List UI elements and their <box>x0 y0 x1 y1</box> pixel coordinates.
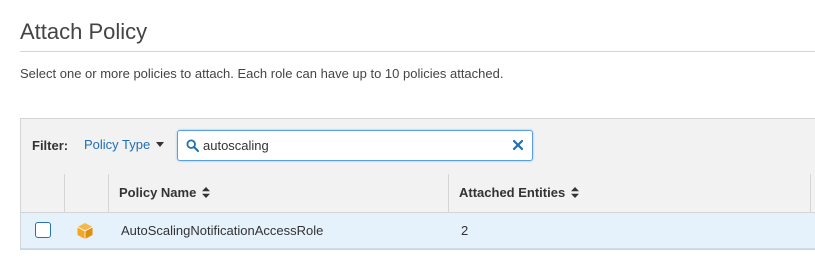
column-divider <box>448 174 449 212</box>
column-divider <box>108 174 109 212</box>
policy-type-dropdown-label: Policy Type <box>84 137 151 152</box>
caret-down-icon <box>156 142 165 147</box>
cube-icon <box>77 223 93 239</box>
search-box[interactable] <box>177 130 533 161</box>
column-header-label: Attached Entities <box>459 185 566 200</box>
close-icon[interactable] <box>512 139 524 151</box>
page-title: Attach Policy <box>20 19 148 44</box>
policy-table-panel: Filter: Policy Type Policy Name <box>20 118 815 250</box>
page-description: Select one or more policies to attach. E… <box>20 66 504 81</box>
search-icon <box>186 139 199 152</box>
table-header: Policy Name Attached Entities <box>21 174 815 213</box>
filter-label: Filter: <box>32 138 69 153</box>
column-header-label: Policy Name <box>119 185 197 200</box>
sort-icon <box>202 187 211 198</box>
sort-icon <box>571 187 580 198</box>
column-divider <box>810 174 811 212</box>
title-divider <box>20 51 815 52</box>
column-header-attached-entities[interactable]: Attached Entities <box>459 185 580 200</box>
attached-entities-count: 2 <box>461 223 469 238</box>
policy-name-link[interactable]: AutoScalingNotificationAccessRole <box>121 223 323 238</box>
filter-bar: Filter: Policy Type <box>21 119 815 175</box>
policy-type-dropdown[interactable]: Policy Type <box>84 137 165 152</box>
table-row[interactable]: AutoScalingNotificationAccessRole 2 <box>21 213 815 249</box>
search-input[interactable] <box>203 134 503 156</box>
column-divider <box>64 174 65 212</box>
row-checkbox[interactable] <box>35 222 51 238</box>
column-header-policy-name[interactable]: Policy Name <box>119 185 211 200</box>
